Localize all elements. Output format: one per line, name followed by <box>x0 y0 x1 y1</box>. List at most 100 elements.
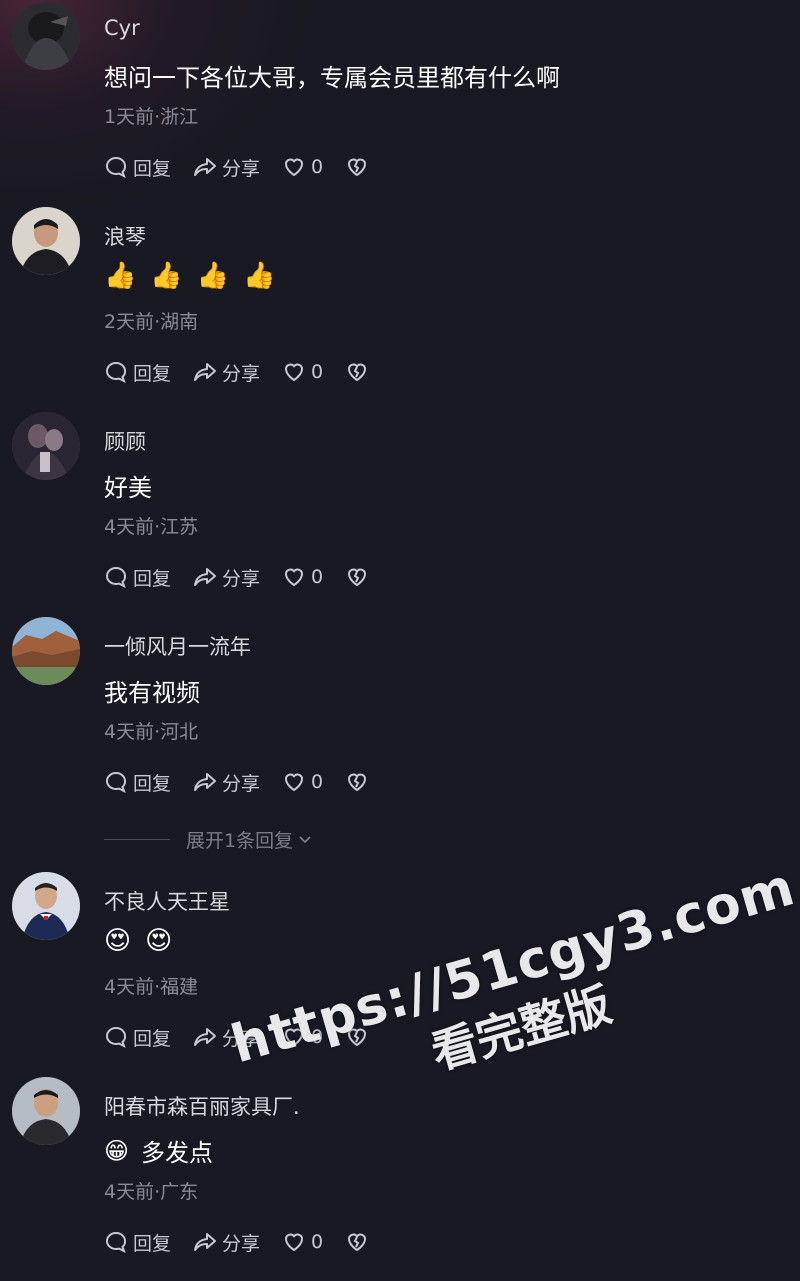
user-avatar[interactable] <box>12 872 80 940</box>
thumbs-up-emoji: 👍 <box>243 261 276 291</box>
heart-icon <box>285 773 304 792</box>
share-label: 分享 <box>222 157 261 180</box>
share-button[interactable]: 分享 <box>193 359 260 386</box>
share-icon <box>194 568 217 586</box>
comment-text: 😍 😍 <box>104 928 186 954</box>
expand-replies-button[interactable]: 展开1条回复 <box>104 826 313 853</box>
comment-text-body: 我有视频 <box>104 679 200 707</box>
comment-actions: 回复 分享 0 <box>104 767 396 797</box>
reply-icon <box>106 1231 126 1253</box>
share-button[interactable]: 分享 <box>193 769 260 796</box>
reply-button[interactable]: 回复 <box>104 564 171 591</box>
comment-text-body: 好美 <box>104 474 152 502</box>
like-button[interactable]: 0 <box>282 1230 323 1254</box>
dislike-button[interactable] <box>345 155 374 179</box>
user-avatar[interactable] <box>12 1077 80 1145</box>
like-count: 0 <box>311 361 324 383</box>
heart-icon <box>285 568 304 587</box>
comment-text: 我有视频 <box>104 673 200 708</box>
thumbs-up-emoji: 👍 <box>150 261 183 291</box>
comment-text: 😁 多发点 <box>104 1133 213 1168</box>
comment-actions: 回复 分享 0 <box>104 152 396 182</box>
comment-actions: 回复 分享 0 <box>104 357 396 387</box>
comment-meta: 2天前·湖南 <box>104 311 199 333</box>
like-count: 0 <box>311 566 324 588</box>
share-button[interactable]: 分享 <box>193 154 260 181</box>
share-label: 分享 <box>222 1232 261 1255</box>
reply-icon <box>106 771 126 793</box>
broken-heart-icon <box>348 158 367 177</box>
comment-meta: 4天前·广东 <box>104 1181 199 1203</box>
comment-actions: 回复 分享 0 <box>104 1227 396 1257</box>
heart-eyes-emoji: 😍 <box>145 926 173 956</box>
comment-username[interactable]: 顾顾 <box>104 426 146 456</box>
reply-icon <box>106 361 126 383</box>
comment-actions: 回复 分享 0 <box>104 562 396 592</box>
share-icon <box>194 158 217 176</box>
divider-line <box>104 839 170 840</box>
broken-heart-icon <box>348 363 367 382</box>
heart-eyes-emoji: 😍 <box>104 926 132 956</box>
dislike-button[interactable] <box>345 565 374 589</box>
reply-icon <box>106 156 126 178</box>
heart-icon <box>285 158 304 177</box>
comment-meta: 4天前·福建 <box>104 976 199 998</box>
thumbs-up-emoji: 👍 <box>196 261 230 291</box>
like-button[interactable]: 0 <box>282 155 323 179</box>
comment-meta: 1天前·浙江 <box>104 106 199 128</box>
user-avatar[interactable] <box>12 2 80 70</box>
reply-label: 回复 <box>133 1027 172 1050</box>
share-button[interactable]: 分享 <box>193 1229 260 1256</box>
heart-icon <box>285 363 304 382</box>
comment-text: 👍 👍 👍 👍 <box>104 263 290 289</box>
reply-button[interactable]: 回复 <box>104 154 171 181</box>
like-button[interactable]: 0 <box>282 770 323 794</box>
share-icon <box>194 1233 217 1251</box>
share-label: 分享 <box>222 772 261 795</box>
comment-username[interactable]: Cyr <box>104 16 140 40</box>
reply-label: 回复 <box>133 362 172 385</box>
comment-meta: 4天前·河北 <box>104 721 199 743</box>
comment-text-body: 想问一下各位大哥，专属会员里都有什么啊 <box>104 64 560 92</box>
share-label: 分享 <box>222 567 261 590</box>
grin-emoji: 😁 <box>104 1136 130 1165</box>
user-avatar[interactable] <box>12 207 80 275</box>
like-count: 0 <box>311 156 324 178</box>
like-button[interactable]: 0 <box>282 360 323 384</box>
comment-meta: 4天前·江苏 <box>104 516 199 538</box>
comment-text: 想问一下各位大哥，专属会员里都有什么啊 <box>104 58 560 93</box>
reply-button[interactable]: 回复 <box>104 769 171 796</box>
broken-heart-icon <box>348 1233 367 1252</box>
reply-button[interactable]: 回复 <box>104 359 171 386</box>
reply-icon <box>106 566 126 588</box>
comment-username[interactable]: 一倾风月一流年 <box>104 631 251 661</box>
share-icon <box>194 363 217 381</box>
like-button[interactable]: 0 <box>282 565 323 589</box>
reply-label: 回复 <box>133 772 172 795</box>
reply-button[interactable]: 回复 <box>104 1229 171 1256</box>
dislike-button[interactable] <box>345 360 374 384</box>
like-count: 0 <box>311 771 324 793</box>
comment-username[interactable]: 浪琴 <box>104 221 146 251</box>
expand-replies-label: 展开1条回复 <box>186 830 294 852</box>
share-button[interactable]: 分享 <box>193 564 260 591</box>
share-icon <box>194 773 217 791</box>
heart-icon <box>285 1233 304 1252</box>
like-count: 0 <box>311 1231 324 1253</box>
comment-text: 好美 <box>104 468 152 503</box>
comment-username[interactable]: 不良人天王星 <box>104 886 230 916</box>
reply-label: 回复 <box>133 567 172 590</box>
reply-label: 回复 <box>133 1232 172 1255</box>
user-avatar[interactable] <box>12 617 80 685</box>
reply-label: 回复 <box>133 157 172 180</box>
chevron-down-icon <box>299 835 311 843</box>
user-avatar[interactable] <box>12 412 80 480</box>
thumbs-up-emoji: 👍 <box>104 261 137 291</box>
share-label: 分享 <box>222 362 261 385</box>
comment-text-body: 多发点 <box>141 1139 214 1167</box>
broken-heart-icon <box>348 773 367 792</box>
dislike-button[interactable] <box>345 1230 374 1254</box>
reply-icon <box>106 1026 126 1048</box>
reply-button[interactable]: 回复 <box>104 1024 171 1051</box>
dislike-button[interactable] <box>345 770 374 794</box>
